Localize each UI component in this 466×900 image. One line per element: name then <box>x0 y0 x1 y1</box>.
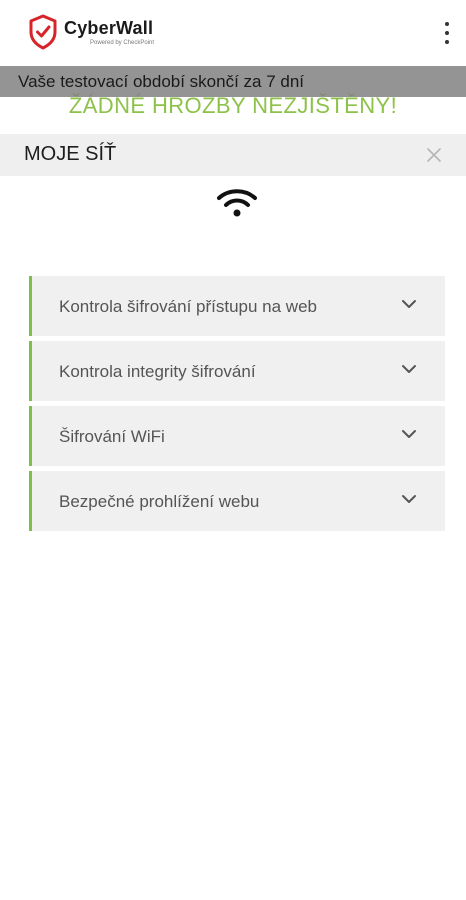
menu-dot <box>445 22 449 27</box>
check-item-encryption-integrity[interactable]: Kontrola integrity šifrování <box>29 341 445 401</box>
check-item-wifi-encryption[interactable]: Šifrování WiFi <box>29 406 445 466</box>
check-item-label: Šifrování WiFi <box>59 427 165 446</box>
check-item-web-encryption[interactable]: Kontrola šifrování přístupu na web <box>29 276 445 336</box>
more-vert-icon[interactable] <box>438 20 456 46</box>
trial-banner-text: Vaše testovací období skončí za 7 dní <box>18 71 305 91</box>
check-item-safe-browsing[interactable]: Bezpečné prohlížení webu <box>29 471 445 531</box>
chevron-down-icon <box>402 430 416 438</box>
brand-subtitle: Powered by CheckPoint <box>90 39 155 46</box>
brand-logo: CyberWall Powered by CheckPoint <box>28 14 154 50</box>
trial-banner: Vaše testovací období skončí za 7 dní <box>0 66 466 97</box>
section-title: MOJE SÍŤ <box>24 143 117 165</box>
security-checks-list: Kontrola šifrování přístupu na web Kontr… <box>29 276 445 536</box>
check-item-label: Kontrola integrity šifrování <box>59 362 256 381</box>
chevron-down-icon <box>402 495 416 503</box>
check-item-label: Bezpečné prohlížení webu <box>59 492 260 511</box>
menu-dot <box>445 39 449 44</box>
section-header: MOJE SÍŤ <box>0 134 466 176</box>
brand-title: CyberWall <box>64 17 154 38</box>
wifi-icon <box>217 189 257 217</box>
menu-dot <box>445 30 449 35</box>
app-header: CyberWall Powered by CheckPoint <box>0 0 466 66</box>
brand-text: CyberWall Powered by CheckPoint <box>64 19 154 46</box>
chevron-down-icon <box>402 365 416 373</box>
chevron-down-icon <box>402 300 416 308</box>
check-item-label: Kontrola šifrování přístupu na web <box>59 297 317 316</box>
close-icon[interactable] <box>424 145 444 165</box>
shield-check-icon <box>29 14 57 50</box>
